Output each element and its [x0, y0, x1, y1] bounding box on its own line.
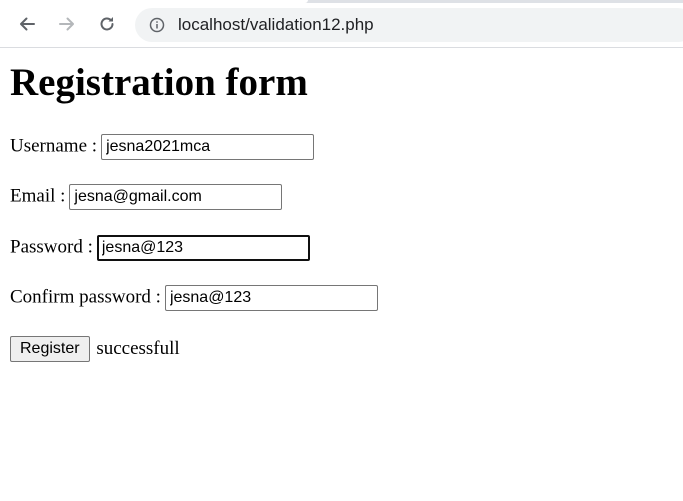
back-button[interactable]: [15, 12, 39, 36]
email-label: Email :: [10, 185, 66, 207]
page-title: Registration form: [10, 61, 308, 104]
confirm-password-label: Confirm password :: [10, 286, 161, 308]
password-row: Password :: [10, 234, 310, 261]
forward-button[interactable]: [55, 12, 79, 36]
info-icon[interactable]: [149, 17, 165, 33]
confirm-password-input[interactable]: [164, 284, 378, 311]
browser-toolbar: localhost/validation12.php: [0, 0, 683, 48]
register-button[interactable]: Register: [10, 335, 90, 362]
username-row: Username :: [10, 133, 315, 160]
username-label: Username :: [10, 135, 98, 157]
reload-button[interactable]: [95, 12, 119, 36]
password-input[interactable]: [96, 234, 310, 261]
password-label: Password :: [10, 236, 93, 258]
status-message: successfull: [96, 337, 180, 359]
reload-icon: [100, 17, 114, 31]
tab-strip: [0, 0, 683, 3]
email-row: Email :: [10, 183, 283, 210]
address-bar[interactable]: localhost/validation12.php: [135, 8, 683, 42]
active-tab[interactable]: [0, 0, 308, 3]
url-text[interactable]: localhost/validation12.php: [178, 15, 374, 35]
submit-row: Register successfull: [10, 335, 180, 362]
username-input[interactable]: [101, 133, 315, 160]
page-content: Registration form Username : Email : Pas…: [10, 50, 683, 362]
confirm-password-row: Confirm password :: [10, 284, 378, 311]
forward-arrow-icon: [59, 17, 74, 31]
back-arrow-icon: [20, 17, 35, 31]
email-input[interactable]: [69, 183, 283, 210]
